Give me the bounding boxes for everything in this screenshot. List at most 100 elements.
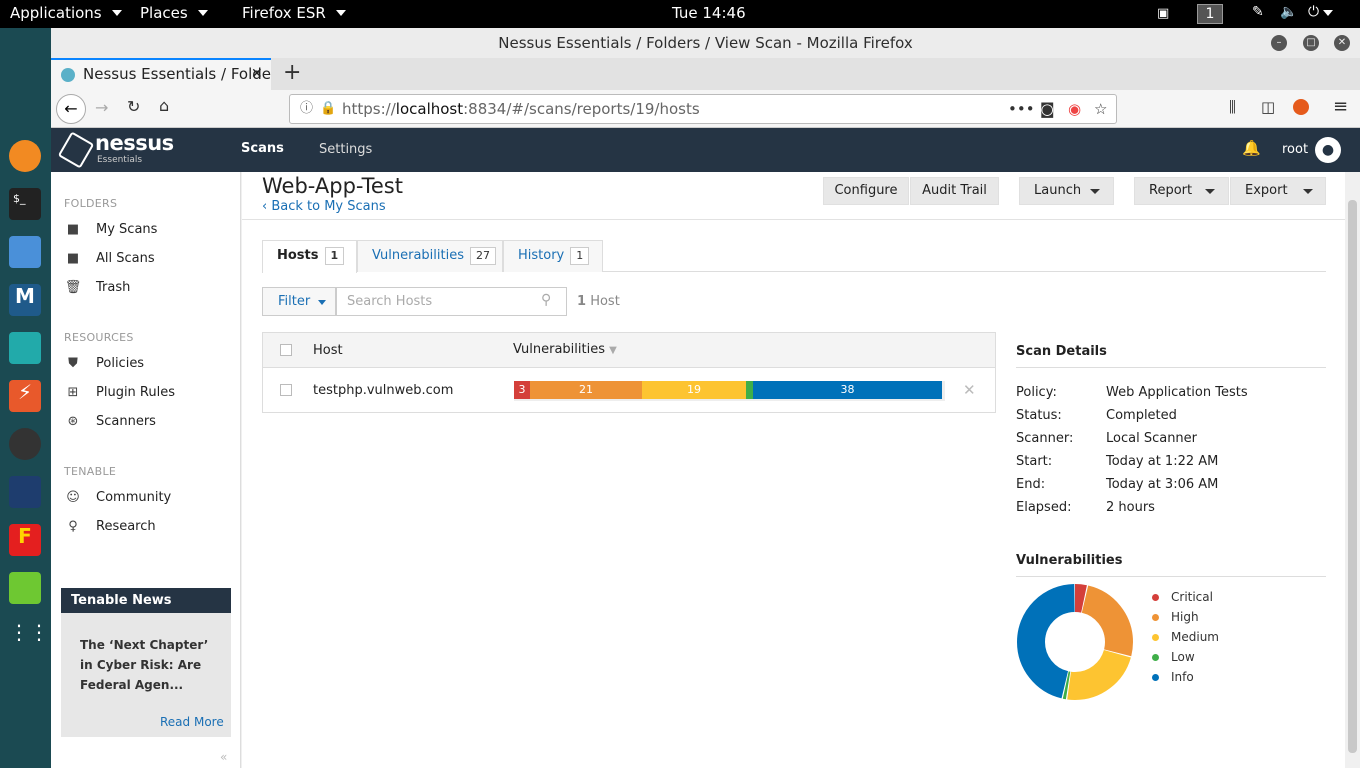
tab-vulnerabilities[interactable]: Vulnerabilities 27 [357,240,503,272]
page-actions-icon[interactable]: ••• [1008,95,1035,123]
tenable-news-panel: Tenable News The ‘Next Chapter’ in Cyber… [61,588,231,737]
maximize-button[interactable]: □ [1303,35,1319,51]
search-icon[interactable]: ⚲ [541,292,551,308]
scanner-label: Scanner: [1016,431,1074,446]
sidebar-item-plugin-rules[interactable]: ⊞ Plugin Rules [64,385,175,400]
terminal-icon[interactable]: $_ [9,188,41,220]
lock-icon: 🔒 [320,101,337,116]
extension-icon[interactable]: ◉ [1068,95,1081,123]
chevron-down-icon [1205,189,1215,194]
nav-scans[interactable]: Scans [241,141,284,156]
extension-avatar-icon[interactable] [1293,99,1309,115]
legend-item-info[interactable]: Info [1152,670,1194,684]
close-window-button[interactable]: ✕ [1334,35,1350,51]
firefox-menu[interactable]: Firefox ESR [242,4,346,22]
notes-icon[interactable] [9,572,41,604]
tab-history[interactable]: History 1 [503,240,603,272]
hamburger-menu-icon[interactable]: ≡ [1333,96,1348,117]
severity-bar[interactable]: 3 21 19 38 [514,381,945,401]
audit-trail-button[interactable]: Audit Trail [910,177,999,205]
workspace-indicator[interactable]: 1 [1197,4,1223,24]
new-tab-button[interactable]: + [283,60,301,85]
filter-button[interactable]: Filter [262,287,336,316]
screen-recorder-icon[interactable]: ▣ [1157,6,1169,21]
user-avatar-icon[interactable]: ● [1315,137,1341,163]
back-to-scans-link[interactable]: ‹ Back to My Scans [262,199,386,214]
minimize-button[interactable]: – [1271,35,1287,51]
search-hosts-input[interactable]: Search Hosts ⚲ [336,287,567,316]
delete-row-icon[interactable]: ✕ [963,381,976,399]
url-bar[interactable]: ⓘ 🔒 https://localhost:8834/#/scans/repor… [289,94,1117,124]
files-icon[interactable] [9,236,41,268]
legend-label: Low [1171,650,1195,664]
row-checkbox[interactable] [280,384,292,396]
browser-tab[interactable]: Nessus Essentials / Folders ✕ [51,58,271,90]
vuln-donut-chart[interactable] [1016,583,1146,713]
legend-dot-icon [1152,653,1159,661]
export-button[interactable]: Export [1230,177,1326,205]
back-button[interactable]: ← [56,94,86,124]
sidebar-item-label: Policies [96,356,145,371]
clock[interactable]: Tue 14:46 [672,4,746,22]
col-vulns-header[interactable]: Vulnerabilities ▼ [513,342,617,357]
launch-button[interactable]: Launch [1019,177,1114,205]
report-button[interactable]: Report [1134,177,1229,205]
faraday-icon[interactable]: F [9,524,41,556]
volume-icon[interactable]: 🔈 [1280,4,1297,20]
policy-label: Policy: [1016,385,1057,400]
metasploit-icon[interactable]: M [9,284,41,316]
tab-hosts[interactable]: Hosts 1 [262,240,357,273]
select-all-checkbox[interactable] [280,344,292,356]
info-icon[interactable]: ⓘ [300,95,313,123]
sidebar-item-policies[interactable]: ⛊ Policies [64,356,144,371]
sidebar-toggle-icon[interactable]: ◫ [1261,98,1275,116]
forward-button[interactable]: → [95,98,108,117]
armitage-icon[interactable] [9,332,41,364]
user-name[interactable]: root [1282,142,1308,157]
legend-item-critical[interactable]: Critical [1152,590,1213,604]
power-icon[interactable]: ⏻ [1308,4,1334,20]
nav-settings[interactable]: Settings [319,142,372,157]
legend-item-high[interactable]: High [1152,610,1199,624]
sidebar-item-all-scans[interactable]: ■ All Scans [64,251,155,266]
places-menu[interactable]: Places [140,4,208,22]
col-host-header[interactable]: Host [313,343,343,358]
folder-icon: ■ [66,222,80,237]
home-button[interactable]: ⌂ [159,96,169,115]
sidebar-item-my-scans[interactable]: ■ My Scans [64,222,158,237]
url-host: localhost [395,100,464,118]
page-scrollbar[interactable] [1345,172,1360,768]
notifications-bell-icon[interactable]: 🔔 [1242,139,1261,157]
read-more-link[interactable]: Read More [160,715,224,729]
legend-item-low[interactable]: Low [1152,650,1195,664]
policy-value: Web Application Tests [1106,385,1248,400]
scrollbar-thumb[interactable] [1348,200,1357,753]
sidebar-item-scanners[interactable]: ⊛ Scanners [64,414,156,429]
table-row[interactable]: testphp.vulnweb.com 3 21 19 38 ✕ [263,369,995,412]
scan-details-header: Scan Details [1016,344,1107,359]
burpsuite-icon[interactable]: ⚡ [9,380,41,412]
elapsed-value: 2 hours [1106,500,1155,515]
maltego-icon[interactable] [9,428,41,460]
zap-icon[interactable] [9,476,41,508]
pocket-icon[interactable]: ◙ [1040,95,1055,123]
firefox-icon[interactable] [9,140,41,172]
resources-header: RESOURCES [64,331,134,344]
show-apps-icon[interactable]: ⋮⋮ [9,620,49,652]
bookmark-star-icon[interactable]: ☆ [1094,95,1107,123]
configure-button[interactable]: Configure [823,177,909,205]
library-icon[interactable]: ⫼ [1229,98,1236,116]
collapse-sidebar-icon[interactable]: « [220,750,227,764]
nessus-logo-text[interactable]: nessus [95,131,174,155]
news-headline[interactable]: The ‘Next Chapter’ in Cyber Risk: Are Fe… [80,635,215,695]
legend-item-medium[interactable]: Medium [1152,630,1219,644]
hosts-table: Host Vulnerabilities ▼ testphp.vulnweb.c… [262,332,996,413]
reload-button[interactable]: ↻ [127,97,140,116]
sidebar-item-research[interactable]: ♀ Research [64,519,155,534]
applications-menu[interactable]: Applications [10,4,122,22]
sidebar-item-community[interactable]: ☺ Community [64,490,171,505]
pen-icon[interactable]: ✎ [1252,4,1264,20]
sidebar-item-trash[interactable]: 🗑 Trash [64,280,131,295]
close-tab-icon[interactable]: ✕ [251,60,263,88]
host-name[interactable]: testphp.vulnweb.com [313,383,453,398]
